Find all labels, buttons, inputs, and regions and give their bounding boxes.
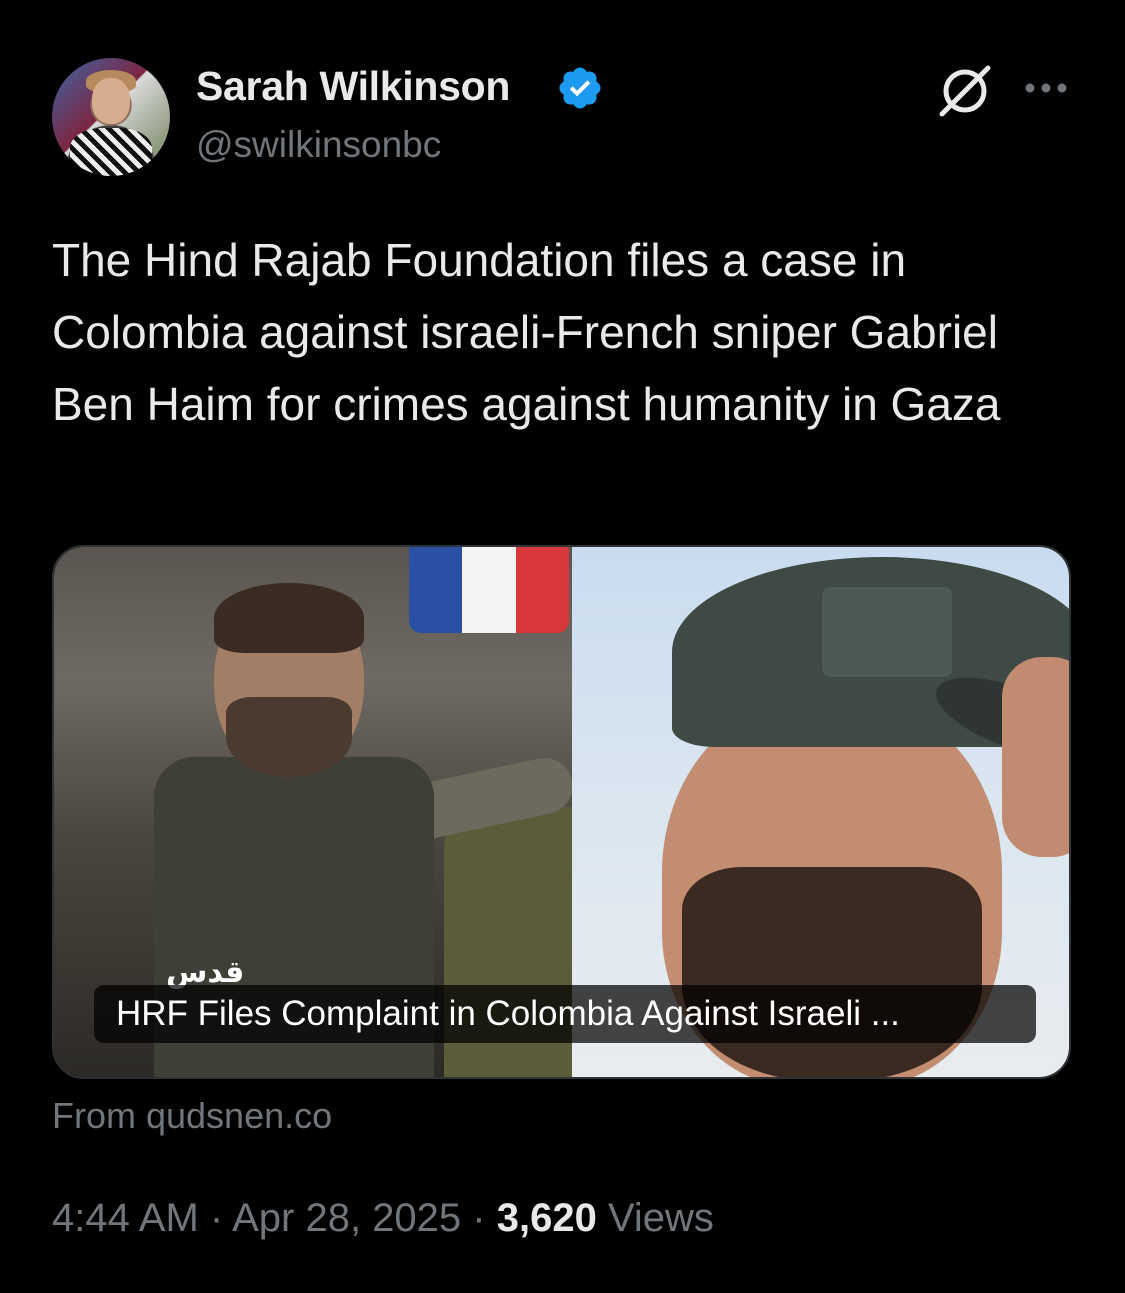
views-label: Views (607, 1196, 714, 1240)
meta-separator: · (198, 1196, 233, 1240)
avatar-scarf (70, 128, 152, 176)
image-beard-right (682, 867, 982, 1077)
card-caption[interactable]: HRF Files Complaint in Colombia Against … (94, 985, 1036, 1043)
more-icon[interactable] (1022, 80, 1070, 96)
author-handle[interactable]: @swilkinsonbc (196, 124, 441, 166)
author-avatar[interactable] (52, 58, 170, 176)
french-flag-icon (409, 547, 569, 633)
link-card[interactable]: قدس HRF Files Complaint in Colombia Agai… (52, 545, 1071, 1079)
tweet-meta: 4:44 AM · Apr 28, 2025 · 3,620 Views (52, 1196, 714, 1241)
tweet-time[interactable]: 4:44 AM (52, 1196, 199, 1240)
card-source-link[interactable]: From qudsnen.co (52, 1095, 332, 1137)
author-name[interactable]: Sarah Wilkinson (196, 63, 510, 110)
image-cap-patch (822, 587, 952, 677)
image-beard (226, 697, 352, 777)
tweet-text: The Hind Rajab Foundation files a case i… (52, 234, 1001, 430)
avatar-face (92, 78, 130, 124)
views-count: 3,620 (496, 1196, 597, 1240)
image-hand (1002, 657, 1069, 857)
tweet-date[interactable]: Apr 28, 2025 (232, 1196, 461, 1240)
image-hair (214, 583, 364, 653)
verified-badge-icon (559, 67, 601, 109)
grok-icon[interactable] (936, 62, 994, 120)
meta-separator: · (461, 1196, 497, 1240)
